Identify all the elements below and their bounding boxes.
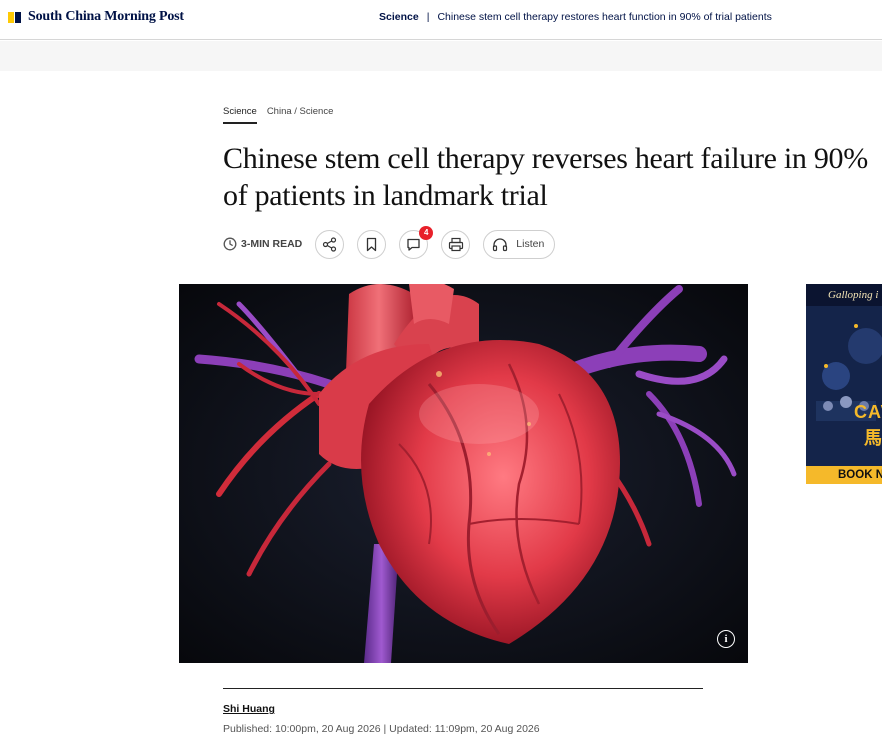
print-icon <box>448 237 463 251</box>
article-actions: 3-MIN READ 4 Listen <box>223 225 556 259</box>
side-advertisement[interactable]: Galloping i CAV 馬 BOOK N <box>806 284 882 484</box>
top-navigation-bar: South China Morning Post Science | Chine… <box>0 0 882 40</box>
clock-icon <box>223 237 237 251</box>
listen-label: Listen <box>516 238 545 250</box>
publish-date: Published: 10:00pm, 20 Aug 2026 | Update… <box>223 723 540 735</box>
heart-illustration <box>179 284 748 663</box>
ad-big-text: CAV <box>854 402 882 422</box>
info-icon[interactable]: i <box>717 630 735 648</box>
header-spacer-band <box>0 41 882 71</box>
top-breadcrumb: Science | Chinese stem cell therapy rest… <box>379 11 772 23</box>
scmp-logo[interactable]: South China Morning Post <box>8 9 184 25</box>
comments-button[interactable]: 4 <box>399 225 434 259</box>
section-tag-science[interactable]: Science <box>223 106 257 124</box>
comment-icon <box>407 238 420 251</box>
print-button[interactable] <box>441 229 471 259</box>
logo-text: South China Morning Post <box>28 9 184 24</box>
share-button[interactable] <box>315 229 345 259</box>
article-headline: Chinese stem cell therapy reverses heart… <box>223 142 868 212</box>
share-icon <box>323 236 337 252</box>
sub-tags[interactable]: China / Science <box>267 106 334 117</box>
bookmark-button[interactable] <box>357 229 387 259</box>
logo-mark-icon <box>8 11 21 23</box>
breadcrumb-separator: | <box>426 11 430 23</box>
top-section-link[interactable]: Science <box>379 11 419 23</box>
section-tags: Science China / Science <box>223 106 333 124</box>
byline-divider <box>223 688 703 689</box>
ad-chinese-text: 馬 <box>864 428 882 448</box>
headphones-icon <box>493 237 508 251</box>
bookmark-icon <box>367 237 377 251</box>
ad-headline: Galloping i <box>828 289 879 301</box>
top-article-title: Chinese stem cell therapy restores heart… <box>437 11 772 23</box>
hero-image: i <box>179 284 748 663</box>
read-time: 3-MIN READ <box>223 237 302 251</box>
read-time-label: 3-MIN READ <box>241 238 303 250</box>
listen-button[interactable]: Listen <box>483 229 556 259</box>
author-link[interactable]: Shi Huang <box>223 703 275 715</box>
ad-book-button[interactable]: BOOK N <box>806 466 882 484</box>
comment-count-badge: 4 <box>419 225 434 240</box>
